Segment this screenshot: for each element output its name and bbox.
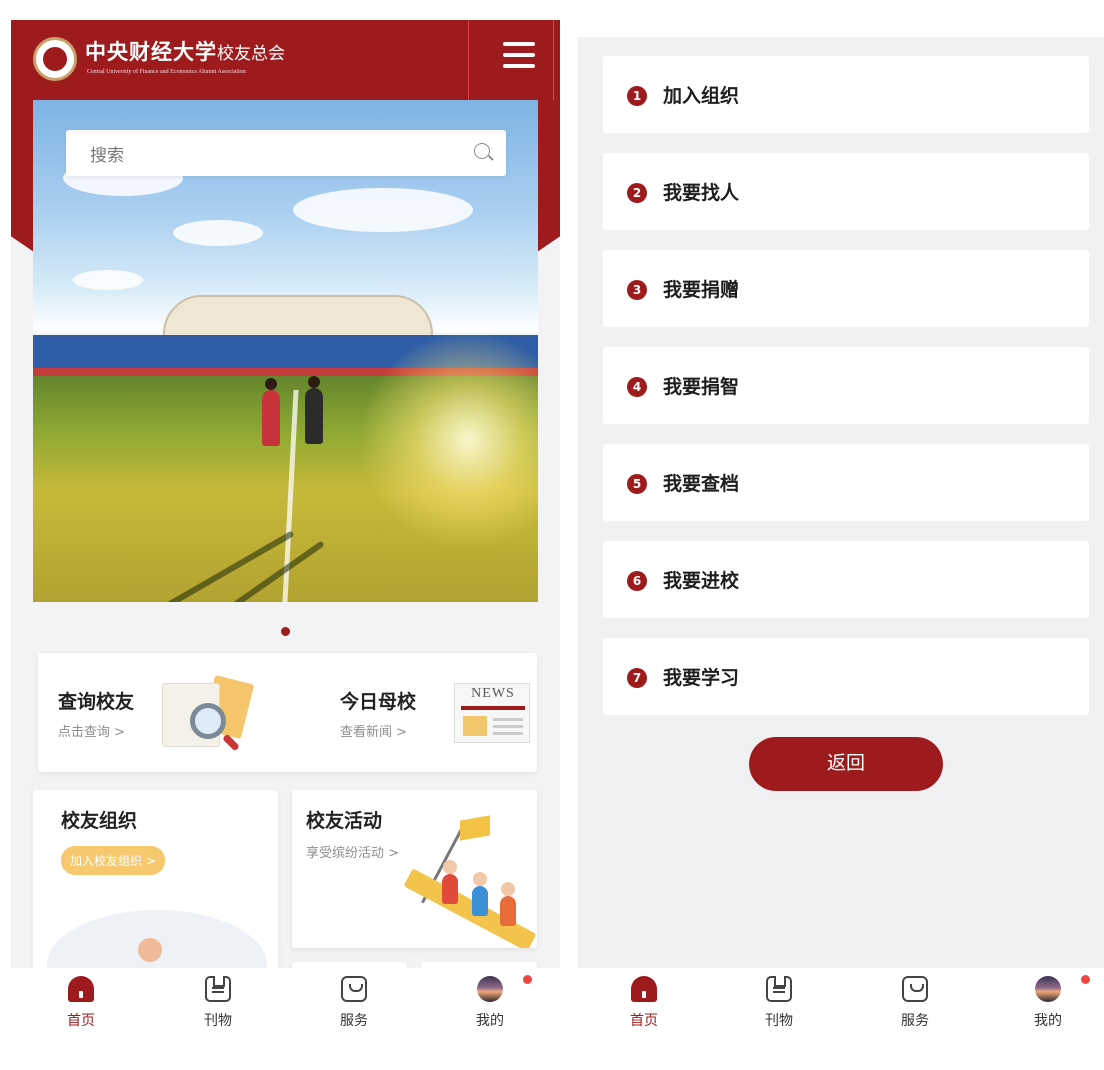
- avatar: [1035, 976, 1061, 1002]
- home-icon: [68, 976, 94, 1002]
- tab-mine-label: 我的: [1034, 1013, 1062, 1029]
- tab-home-label: 首页: [630, 1013, 658, 1029]
- tab-publication[interactable]: 刊物: [739, 976, 819, 1030]
- tab-bar: 首页 刊物 服务 我的: [578, 968, 1104, 1032]
- brand-name: 中央财经大学: [85, 40, 217, 64]
- menu-item-number: 2: [627, 183, 647, 203]
- notification-dot: [1081, 975, 1090, 984]
- magnifier-icon: [190, 703, 226, 739]
- tab-mine-label: 我的: [476, 1013, 504, 1029]
- brand-title: 中央财经大学校友总会: [85, 36, 285, 66]
- hamburger-icon: [503, 42, 535, 46]
- menu-item-label: 我要查档: [663, 473, 740, 495]
- menu-item-number: 1: [627, 86, 647, 106]
- search-input[interactable]: 搜索: [90, 141, 124, 166]
- menu-item-label: 我要捐智: [663, 376, 740, 398]
- tab-service-label: 服务: [901, 1013, 929, 1029]
- tab-home-label: 首页: [67, 1013, 95, 1029]
- brand-english: Central University of Finance and Econom…: [87, 69, 246, 75]
- menu-screen: 1 加入组织 2 我要找人 3 我要捐赠 4 我要捐智 5 我要查档 6 我要进…: [578, 37, 1104, 1032]
- tab-service-label: 服务: [340, 1013, 368, 1029]
- alumni-org-card[interactable]: 校友组织 加入校友组织 >: [33, 790, 278, 990]
- menu-item-number: 3: [627, 280, 647, 300]
- menu-item-join-org[interactable]: 1 加入组织: [603, 56, 1089, 133]
- alumni-activity-subtitle: 享受缤纷活动 >: [306, 846, 400, 861]
- tab-home[interactable]: 首页: [41, 976, 121, 1030]
- tab-publication[interactable]: 刊物: [178, 976, 258, 1030]
- service-icon: [341, 976, 367, 1002]
- menu-item-number: 5: [627, 474, 647, 494]
- menu-item-label: 加入组织: [663, 85, 740, 107]
- service-icon: [902, 976, 928, 1002]
- menu-item-number: 4: [627, 377, 647, 397]
- menu-item-number: 6: [627, 571, 647, 591]
- person-figure: [262, 390, 280, 446]
- query-alumni-subtitle: 点击查询 >: [58, 725, 126, 740]
- menu-item-find-people[interactable]: 2 我要找人: [603, 153, 1089, 230]
- tab-publication-label: 刊物: [204, 1013, 232, 1029]
- university-logo-icon: [33, 37, 77, 81]
- avatar: [477, 976, 503, 1002]
- alumni-org-title: 校友组织: [61, 810, 138, 832]
- menu-item-label: 我要找人: [663, 182, 740, 204]
- alumni-activity-card[interactable]: 校友活动 享受缤纷活动 >: [292, 790, 537, 948]
- today-school-title: 今日母校: [340, 691, 417, 713]
- tab-service[interactable]: 服务: [875, 976, 955, 1030]
- quick-links-card: 查询校友 点击查询 > 今日母校 查看新闻 > NEWS: [38, 653, 537, 772]
- search-icon[interactable]: [474, 143, 490, 159]
- menu-item-label: 我要学习: [663, 667, 740, 689]
- publication-icon: [205, 976, 231, 1002]
- tab-home[interactable]: 首页: [604, 976, 684, 1030]
- today-school-link[interactable]: 今日母校 查看新闻 > NEWS: [288, 653, 537, 772]
- menu-item-donate[interactable]: 3 我要捐赠: [603, 250, 1089, 327]
- query-alumni-link[interactable]: 查询校友 点击查询 >: [38, 653, 288, 772]
- tab-mine[interactable]: 我的: [1008, 975, 1090, 1030]
- stadium-roof: [163, 295, 433, 339]
- hamburger-icon-bar: [503, 64, 535, 68]
- person-icon: [138, 938, 162, 962]
- tab-publication-label: 刊物: [765, 1013, 793, 1029]
- tab-service[interactable]: 服务: [314, 976, 394, 1030]
- tab-mine[interactable]: 我的: [450, 975, 532, 1030]
- notification-dot: [523, 975, 532, 984]
- news-label: NEWS: [471, 686, 515, 701]
- menu-item-label: 我要进校: [663, 570, 740, 592]
- alumni-activity-title: 校友活动: [306, 810, 383, 832]
- publication-icon: [766, 976, 792, 1002]
- query-alumni-title: 查询校友: [58, 691, 135, 713]
- tab-bar: 首页 刊物 服务 我的: [11, 968, 560, 1032]
- back-button[interactable]: 返回: [749, 737, 943, 791]
- menu-item-donate-wisdom[interactable]: 4 我要捐智: [603, 347, 1089, 424]
- search-bar[interactable]: 搜索: [66, 130, 506, 176]
- home-icon: [631, 976, 657, 1002]
- join-org-button[interactable]: 加入校友组织 >: [61, 846, 165, 875]
- carousel-indicator[interactable]: [281, 627, 290, 636]
- header: 中央财经大学校友总会 Central University of Finance…: [11, 20, 560, 113]
- menu-item-enter-campus[interactable]: 6 我要进校: [603, 541, 1089, 618]
- pencil-illustration: [403, 868, 537, 948]
- menu-item-study[interactable]: 7 我要学习: [603, 638, 1089, 715]
- menu-item-label: 我要捐赠: [663, 279, 740, 301]
- home-screen: 中央财经大学校友总会 Central University of Finance…: [11, 20, 560, 1032]
- menu-item-number: 7: [627, 668, 647, 688]
- menu-item-check-archive[interactable]: 5 我要查档: [603, 444, 1089, 521]
- hamburger-icon-bar: [503, 53, 535, 57]
- person-figure: [305, 388, 323, 444]
- news-icon: NEWS: [454, 683, 530, 743]
- brand-subtitle: 校友总会: [217, 44, 285, 64]
- today-school-subtitle: 查看新闻 >: [340, 725, 408, 740]
